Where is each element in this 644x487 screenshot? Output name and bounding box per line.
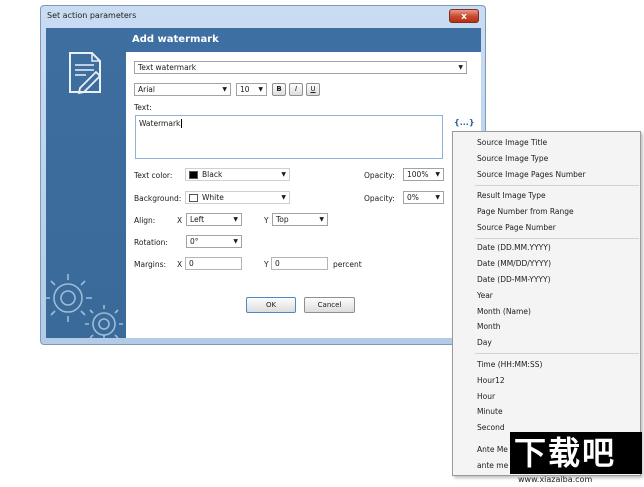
watermark-logo: 下载吧 xyxy=(514,434,617,472)
window-title: Set action parameters xyxy=(47,11,137,20)
bold-button[interactable]: B xyxy=(272,83,286,96)
menu-item[interactable]: ante me xyxy=(477,461,508,470)
rotation-label: Rotation: xyxy=(134,238,168,247)
background-select[interactable]: White ▼ xyxy=(185,191,290,204)
chevron-down-icon: ▼ xyxy=(458,64,463,71)
underline-button[interactable]: U xyxy=(306,83,320,96)
menu-item[interactable]: Hour xyxy=(477,392,495,401)
opacity-value: 100% xyxy=(407,170,429,179)
chevron-down-icon: ▼ xyxy=(435,194,440,201)
bg-opacity-value: 0% xyxy=(407,193,419,202)
background-label: Background: xyxy=(134,194,182,203)
font-select[interactable]: Arial ▼ xyxy=(134,83,231,96)
close-icon: x xyxy=(461,12,467,22)
dialog-content: Add watermark xyxy=(126,28,481,338)
cancel-button[interactable]: Cancel xyxy=(304,297,355,313)
bg-opacity-select[interactable]: 0% ▼ xyxy=(403,191,444,204)
chevron-down-icon: ▼ xyxy=(435,171,440,178)
rotation-select[interactable]: 0° ▼ xyxy=(186,235,242,248)
chevron-down-icon: ▼ xyxy=(319,216,324,223)
site-watermark: 下载吧 www.xiazaiba.com xyxy=(510,432,642,487)
align-x-select[interactable]: Left ▼ xyxy=(186,213,242,226)
rotation-value: 0° xyxy=(190,237,199,246)
italic-button[interactable]: I xyxy=(289,83,303,96)
document-edit-icon xyxy=(69,52,102,95)
chevron-down-icon: ▼ xyxy=(281,194,286,201)
chevron-down-icon: ▼ xyxy=(281,171,286,178)
chevron-down-icon: ▼ xyxy=(233,238,238,245)
sidebar-panel xyxy=(46,28,126,338)
margins-y-input[interactable]: 0 xyxy=(271,257,328,270)
chevron-down-icon: ▼ xyxy=(258,86,263,93)
menu-item[interactable]: Result Image Type xyxy=(477,191,546,200)
percent-label: percent xyxy=(333,260,362,269)
menu-item[interactable]: Time (HH:MM:SS) xyxy=(477,360,542,369)
background-swatch xyxy=(189,194,198,202)
align-y-label: Y xyxy=(264,216,269,225)
menu-item[interactable]: Date (MM/DD/YYYY) xyxy=(477,259,551,268)
text-color-select[interactable]: Black ▼ xyxy=(185,168,290,181)
menu-item[interactable]: Source Image Title xyxy=(477,138,547,147)
menu-separator xyxy=(475,353,639,354)
margins-x-label: X xyxy=(177,260,183,269)
chevron-down-icon: ▼ xyxy=(233,216,238,223)
watermark-text-value: Watermark xyxy=(139,119,181,128)
font-value: Arial xyxy=(138,85,155,94)
ok-button[interactable]: OK xyxy=(246,297,296,313)
menu-item[interactable]: Page Number from Range xyxy=(477,207,574,216)
bg-opacity-label: Opacity: xyxy=(364,194,395,203)
close-button[interactable]: x xyxy=(449,9,479,23)
margins-label: Margins: xyxy=(134,260,167,269)
margins-y-label: Y xyxy=(264,260,269,269)
text-label: Text: xyxy=(134,103,152,112)
font-size-value: 10 xyxy=(240,85,250,94)
menu-item[interactable]: Year xyxy=(477,291,493,300)
menu-separator xyxy=(475,185,639,186)
menu-item[interactable]: Date (DD.MM.YYYY) xyxy=(477,243,551,252)
chevron-down-icon: ▼ xyxy=(222,86,227,93)
field-popup-menu: Source Image Title Source Image Type Sou… xyxy=(452,131,641,476)
font-size-select[interactable]: 10 ▼ xyxy=(236,83,267,96)
menu-item[interactable]: Date (DD-MM-YYYY) xyxy=(477,275,551,284)
align-y-value: Top xyxy=(276,215,289,224)
menu-item[interactable]: Month xyxy=(477,322,501,331)
align-label: Align: xyxy=(134,216,156,225)
menu-item[interactable]: Month (Name) xyxy=(477,307,531,316)
menu-item[interactable]: Ante Me xyxy=(477,445,508,454)
text-color-swatch xyxy=(189,171,198,179)
align-x-value: Left xyxy=(190,215,205,224)
menu-separator xyxy=(475,238,639,239)
menu-item[interactable]: Source Image Type xyxy=(477,154,548,163)
menu-item[interactable]: Source Page Number xyxy=(477,223,556,232)
align-x-label: X xyxy=(177,216,183,225)
menu-item[interactable]: Day xyxy=(477,338,492,347)
dialog-header: Add watermark xyxy=(126,28,481,52)
menu-item[interactable]: Minute xyxy=(477,407,503,416)
background-value: White xyxy=(202,193,224,202)
watermark-text-input[interactable]: Watermark xyxy=(135,115,443,159)
text-color-label: Text color: xyxy=(134,171,173,180)
align-y-select[interactable]: Top ▼ xyxy=(272,213,328,226)
margins-x-input[interactable]: 0 xyxy=(185,257,242,270)
menu-item[interactable]: Second xyxy=(477,423,505,432)
watermark-type-select[interactable]: Text watermark ▼ xyxy=(134,61,467,74)
watermark-type-value: Text watermark xyxy=(138,63,197,72)
opacity-select[interactable]: 100% ▼ xyxy=(403,168,444,181)
menu-item[interactable]: Source Image Pages Number xyxy=(477,170,586,179)
menu-item[interactable]: Hour12 xyxy=(477,376,505,385)
text-color-value: Black xyxy=(202,170,223,179)
gears-icon xyxy=(46,274,123,338)
watermark-url: www.xiazaiba.com xyxy=(518,475,593,484)
opacity-label: Opacity: xyxy=(364,171,395,180)
insert-field-icon[interactable]: {...} xyxy=(454,118,475,127)
